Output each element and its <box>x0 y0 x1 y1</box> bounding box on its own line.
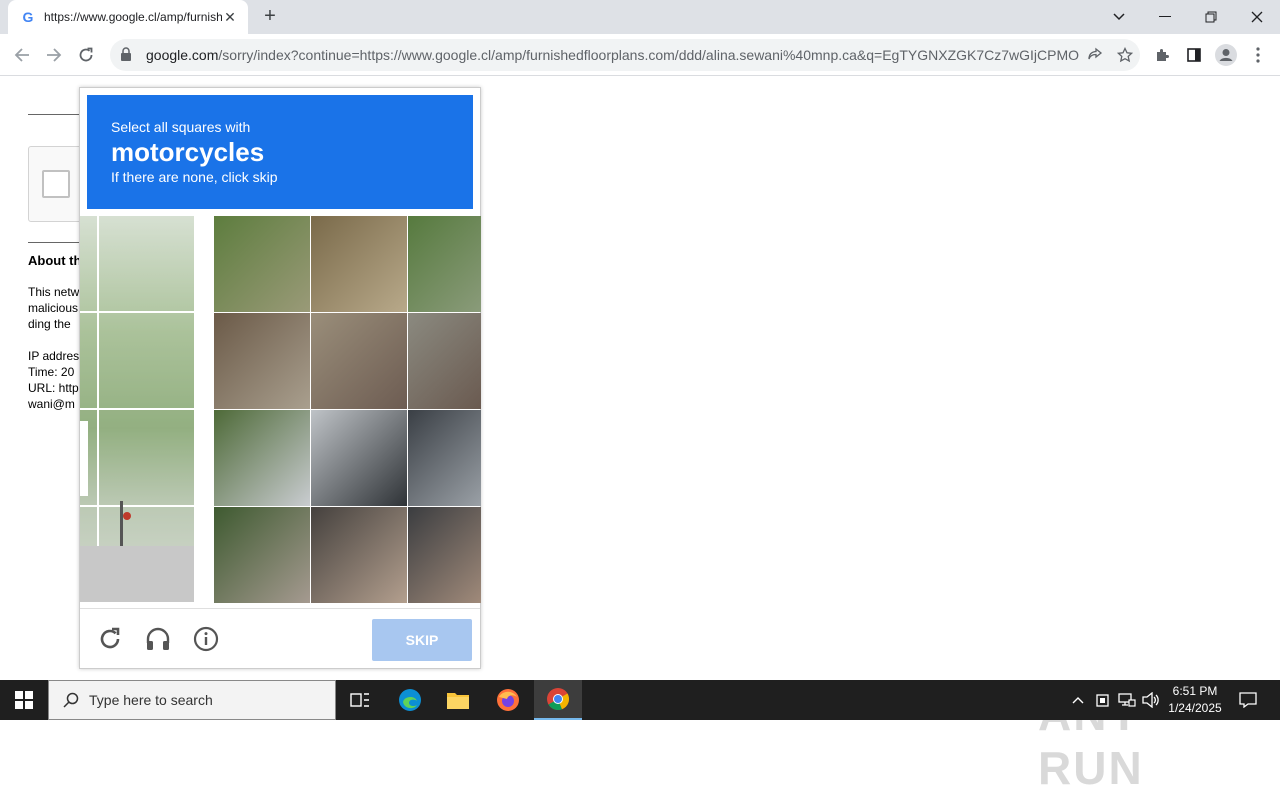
challenge-tile[interactable] <box>311 507 407 603</box>
firefox-icon[interactable] <box>484 680 532 720</box>
notifications-icon[interactable] <box>1236 680 1260 720</box>
recaptcha-checkbox[interactable] <box>42 170 70 198</box>
address-bar[interactable]: google.com/sorry/index?continue=https://… <box>110 39 1140 71</box>
audio-challenge-headphones-icon[interactable] <box>142 623 174 655</box>
challenge-target: motorcycles <box>111 137 265 167</box>
file-explorer-icon[interactable] <box>434 680 482 720</box>
chrome-menu-icon[interactable] <box>1244 41 1272 69</box>
network-icon[interactable] <box>1116 680 1138 720</box>
task-view-icon[interactable] <box>336 680 384 720</box>
google-favicon-icon: G <box>22 9 34 25</box>
bookmark-star-icon[interactable] <box>1110 40 1140 70</box>
search-icon <box>63 692 79 708</box>
start-button[interactable] <box>0 680 48 720</box>
about-text-line: This netw <box>28 285 80 299</box>
windows-taskbar: Type here to search 6:51 PM 1/24/2025 <box>0 680 1280 720</box>
page-content: About th This netw malicious ding the IP… <box>0 77 1280 794</box>
tab-title: https://www.google.cl/amp/furnishedfloor… <box>44 10 222 24</box>
challenge-image-grid <box>80 216 481 603</box>
about-heading: About th <box>28 253 80 268</box>
challenge-tile[interactable] <box>408 507 481 603</box>
challenge-footer: SKIP <box>80 608 480 668</box>
challenge-tile[interactable] <box>311 313 407 409</box>
challenge-instruction: Select all squares with <box>111 119 251 135</box>
challenge-tile[interactable] <box>311 216 407 312</box>
challenge-tile[interactable] <box>214 216 310 312</box>
taskbar-search-box[interactable]: Type here to search <box>48 680 336 720</box>
about-text-line: malicious <box>28 301 79 315</box>
challenge-tile[interactable] <box>408 216 481 312</box>
challenge-header: Select all squares with motorcycles If t… <box>87 95 473 209</box>
browser-tab[interactable]: G https://www.google.cl/amp/furnishedflo… <box>8 0 248 34</box>
show-hidden-icons-chevron-icon[interactable] <box>1068 680 1088 720</box>
system-clock[interactable]: 6:51 PM 1/24/2025 <box>1160 683 1230 719</box>
challenge-tile[interactable] <box>214 410 310 506</box>
url-text[interactable]: google.com/sorry/index?continue=https://… <box>146 47 1080 63</box>
info-line: wani@m <box>28 397 75 411</box>
edge-browser-icon[interactable] <box>386 680 434 720</box>
skip-button[interactable]: SKIP <box>372 619 472 661</box>
windows-logo-icon <box>15 691 33 709</box>
search-placeholder: Type here to search <box>89 692 213 708</box>
info-line[interactable]: URL: http <box>28 380 80 396</box>
info-line: Time: 20 <box>28 365 75 379</box>
close-tab-icon[interactable]: ✕ <box>222 9 238 25</box>
back-arrow-icon[interactable] <box>8 41 36 69</box>
challenge-tile[interactable] <box>214 507 310 603</box>
close-window-button[interactable] <box>1234 0 1280 34</box>
challenge-tile[interactable] <box>311 410 407 506</box>
info-line: IP addres <box>28 349 80 363</box>
clock-date: 1/24/2025 <box>1168 701 1222 715</box>
lock-icon[interactable] <box>120 47 136 63</box>
restore-button[interactable] <box>1188 0 1234 34</box>
reload-icon[interactable] <box>72 41 100 69</box>
new-tab-button[interactable]: + <box>258 5 282 29</box>
challenge-tile[interactable] <box>408 410 481 506</box>
minimize-button[interactable] <box>1142 0 1188 34</box>
info-icon[interactable] <box>190 623 222 655</box>
side-panel-icon[interactable] <box>1180 41 1208 69</box>
meet-now-icon[interactable] <box>1093 680 1113 720</box>
forward-arrow-icon[interactable] <box>40 41 68 69</box>
challenge-tile[interactable] <box>214 313 310 409</box>
clock-time: 6:51 PM <box>1172 684 1218 698</box>
volume-icon[interactable] <box>1140 680 1162 720</box>
challenge-tile-column[interactable] <box>80 216 194 602</box>
challenge-hint: If there are none, click skip <box>111 169 278 185</box>
share-icon[interactable] <box>1080 40 1110 70</box>
chrome-icon[interactable] <box>534 680 582 720</box>
browser-titlebar: G https://www.google.cl/amp/furnishedflo… <box>0 0 1280 34</box>
about-text-line: ding the <box>28 317 71 331</box>
profile-avatar-icon[interactable] <box>1212 41 1240 69</box>
reload-challenge-icon[interactable] <box>94 623 126 655</box>
challenge-tile[interactable] <box>408 313 481 409</box>
tab-search-icon[interactable] <box>1096 0 1142 34</box>
recaptcha-challenge: Select all squares with motorcycles If t… <box>79 87 481 669</box>
browser-toolbar: google.com/sorry/index?continue=https://… <box>0 34 1280 76</box>
extensions-puzzle-icon[interactable] <box>1148 41 1176 69</box>
